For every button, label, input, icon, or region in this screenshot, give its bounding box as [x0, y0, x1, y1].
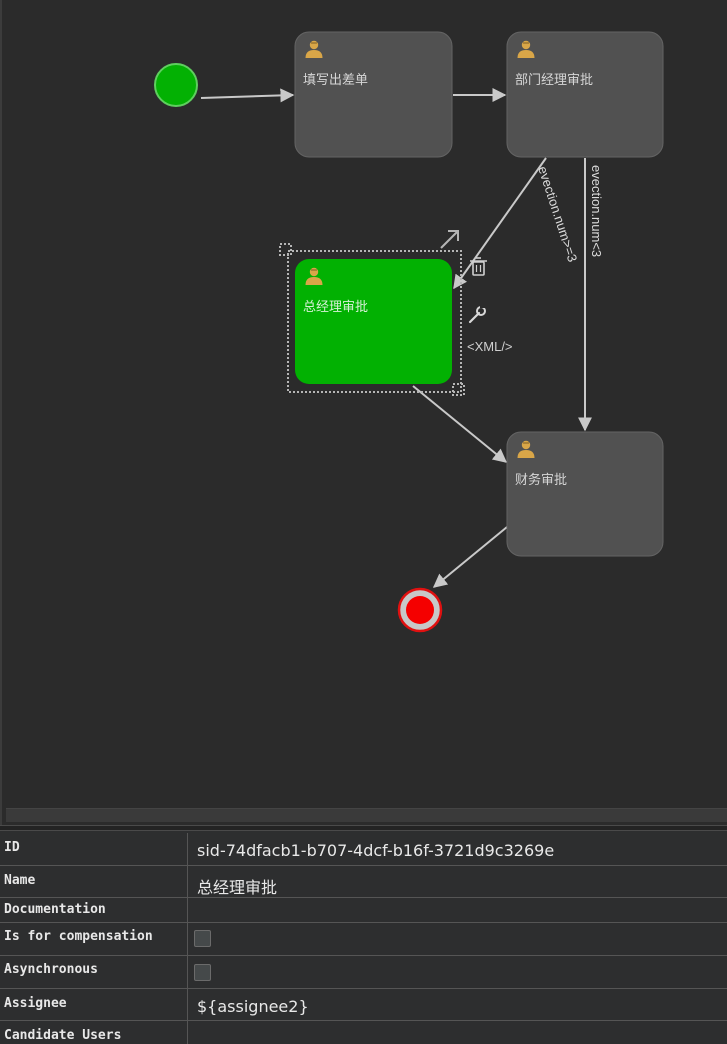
- task-finance[interactable]: 财务审批: [506, 431, 664, 557]
- is-for-compensation-checkbox[interactable]: [194, 930, 211, 947]
- bpmn-diagram[interactable]: evection.num>=3 evection.num<3 填写出差单 部门经…: [2, 0, 727, 808]
- connect-arrow-icon[interactable]: [440, 230, 459, 249]
- asynchronous-checkbox[interactable]: [194, 964, 211, 981]
- trash-icon[interactable]: [470, 257, 487, 276]
- resize-handle-top-left[interactable]: [279, 243, 292, 256]
- flow-gm-to-finance[interactable]: [412, 385, 508, 463]
- property-row-is-for-compensation: Is for compensation: [0, 923, 727, 956]
- property-key: Is for compensation: [2, 923, 188, 955]
- flow-finance-to-end[interactable]: [432, 526, 508, 588]
- property-key: Candidate Users: [2, 1021, 188, 1044]
- property-row-asynchronous: Asynchronous: [0, 956, 727, 989]
- task-fill-form[interactable]: 填写出差单: [294, 31, 453, 158]
- property-key: Name: [2, 866, 188, 897]
- property-row-id: ID sid-74dfacb1-b707-4dcf-b16f-3721d9c32…: [0, 833, 727, 866]
- flow-start-to-fill[interactable]: [200, 88, 295, 103]
- property-key: Assignee: [2, 989, 188, 1020]
- xml-tool-label[interactable]: <XML/>: [467, 339, 513, 354]
- property-row-candidate-users: Candidate Users: [0, 1021, 727, 1044]
- property-row-documentation: Documentation: [0, 898, 727, 923]
- task-label: 部门经理审批: [515, 73, 593, 88]
- start-event[interactable]: [154, 63, 198, 107]
- task-label: 填写出差单: [303, 73, 368, 88]
- flow-dept-to-gm[interactable]: [453, 157, 547, 290]
- property-row-assignee: Assignee ${assignee2}: [0, 989, 727, 1021]
- property-value-assignee[interactable]: ${assignee2}: [197, 989, 309, 1020]
- task-dept-manager[interactable]: 部门经理审批: [506, 31, 664, 158]
- property-row-name: Name 总经理审批: [0, 866, 727, 898]
- wrench-icon[interactable]: [468, 303, 486, 324]
- task-label: 总经理审批: [303, 300, 368, 315]
- end-event-core: [406, 596, 434, 624]
- property-key: Documentation: [2, 898, 188, 922]
- property-key: ID: [2, 833, 188, 865]
- property-value-name[interactable]: 总经理审批: [197, 866, 277, 897]
- bpmn-canvas[interactable]: evection.num>=3 evection.num<3 填写出差单 部门经…: [0, 0, 727, 825]
- resize-handle-bottom-right[interactable]: [452, 383, 465, 396]
- horizontal-scrollbar[interactable]: [6, 808, 727, 822]
- task-label: 财务审批: [515, 472, 567, 488]
- task-general-manager-selected[interactable]: 总经理审批: [279, 243, 465, 396]
- property-value-id[interactable]: sid-74dfacb1-b707-4dcf-b16f-3721d9c3269e: [197, 833, 554, 865]
- flow-label-gt-condition: evection.num>=3: [535, 164, 580, 263]
- property-key: Asynchronous: [2, 956, 188, 988]
- properties-panel: ID sid-74dfacb1-b707-4dcf-b16f-3721d9c32…: [0, 831, 727, 1044]
- flow-label-lt-condition: evection.num<3: [589, 165, 604, 257]
